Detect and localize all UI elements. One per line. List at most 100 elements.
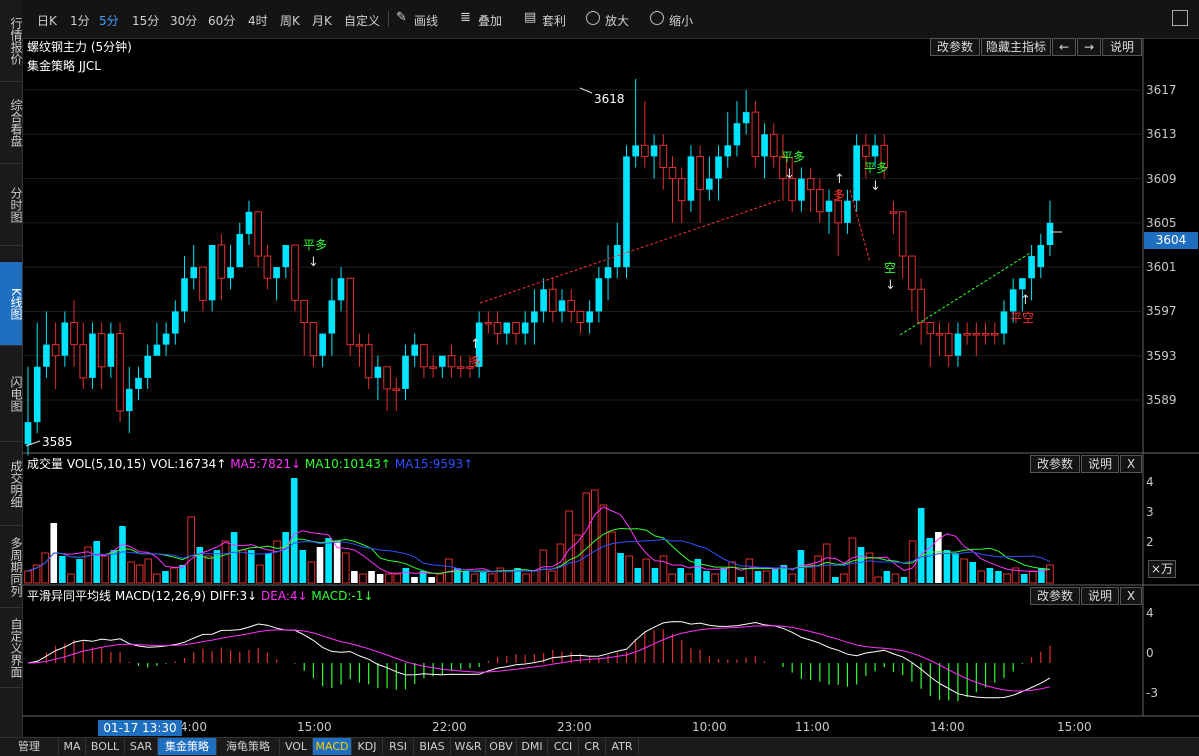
volume-bar-up	[1029, 570, 1037, 584]
volume-bar-down	[995, 571, 1002, 583]
tab-manage[interactable]: 管理	[0, 738, 59, 755]
low-price-label: 3585	[42, 435, 73, 449]
tab-dmi[interactable]: DMI	[517, 738, 548, 755]
volume-ma5: MA5:7821↓	[230, 457, 302, 471]
tab-jijin-strategy[interactable]: 集金策略	[158, 738, 217, 755]
volume-bar-down	[93, 541, 101, 583]
volume-bar-down	[368, 571, 375, 583]
volume-bar-down	[110, 550, 118, 583]
volume-bar-down	[162, 571, 169, 583]
candle-body-down	[319, 333, 326, 356]
macd-dea-line	[27, 625, 1051, 692]
volume-ma5-line	[27, 506, 1051, 574]
candle-body-down	[798, 178, 805, 201]
candle-body-up	[493, 322, 502, 335]
macd-value: MACD:-1↓	[311, 589, 374, 603]
tab-vol[interactable]: VOL	[280, 738, 313, 755]
volume-bar-down	[299, 550, 307, 583]
tab-bias[interactable]: BIAS	[414, 738, 451, 755]
tab-kdj[interactable]: KDJ	[352, 738, 383, 755]
candle-body-down	[503, 322, 511, 334]
candle-body-up	[696, 155, 704, 191]
strategy-trend-line	[849, 189, 871, 263]
time-label: 11:00	[795, 720, 830, 734]
candle-body-up	[447, 355, 456, 368]
tab-cr[interactable]: CR	[579, 738, 606, 755]
candle-body-up	[429, 366, 437, 369]
volume-bar-down	[737, 577, 745, 583]
tab-turtle-strategy[interactable]: 海龟策略	[217, 738, 280, 755]
candle-body-down	[328, 300, 336, 334]
macd-diff: DIFF:3↓	[209, 589, 258, 603]
candle-body-down	[107, 333, 115, 367]
candle-body-up	[254, 211, 262, 257]
volume-unit-label: ×万	[1148, 560, 1176, 578]
candle-body-up	[567, 299, 576, 312]
tab-macd[interactable]: MACD	[313, 738, 352, 755]
candle-body-up	[926, 322, 935, 335]
macd-title: 平滑异同平均线	[27, 589, 112, 603]
volume-bar-up	[548, 570, 556, 584]
macd-edit-params-button[interactable]: 改参数	[1030, 587, 1080, 605]
arrow-up-icon: ↑	[1020, 293, 1031, 308]
candle-body-down	[411, 344, 419, 356]
macd-help-button[interactable]: 说明	[1081, 587, 1119, 605]
volume-bar-down	[754, 571, 762, 583]
tab-cci[interactable]: CCI	[548, 738, 579, 755]
volume-edit-params-button[interactable]: 改参数	[1030, 455, 1080, 473]
tab-ma[interactable]: MA	[59, 738, 86, 755]
tab-atr[interactable]: ATR	[606, 738, 639, 755]
volume-bar-up	[359, 573, 367, 584]
candle-body-up	[291, 244, 299, 301]
tab-sar[interactable]: SAR	[125, 738, 158, 755]
volume-bar-up	[668, 573, 676, 584]
candle-body-down	[162, 333, 170, 345]
candle-body-up	[935, 333, 944, 336]
macd-dea: DEA:4↓	[261, 589, 308, 603]
tab-wr[interactable]: W&R	[451, 738, 486, 755]
candle-body-up	[751, 111, 760, 157]
macd-close-button[interactable]: X	[1120, 587, 1142, 605]
arrow-down-icon: ↓	[308, 255, 319, 270]
time-label: 15:00	[297, 720, 332, 734]
volume-close-button[interactable]: X	[1120, 455, 1142, 473]
candle-body-down	[558, 300, 566, 312]
tab-rsi[interactable]: RSI	[383, 738, 414, 755]
candle-body-down	[1046, 222, 1054, 245]
volume-help-button[interactable]: 说明	[1081, 455, 1119, 473]
volume-bar-down	[943, 550, 951, 583]
volume-bar-up	[685, 573, 694, 584]
candle-body-down	[706, 178, 713, 190]
tab-boll[interactable]: BOLL	[86, 738, 125, 755]
candle-body-down	[595, 278, 603, 312]
price-grid	[23, 89, 1143, 401]
volume-bar-down	[376, 574, 384, 583]
volume-bar-down	[402, 568, 410, 583]
volume-bar-up	[101, 555, 110, 584]
candle-body-up	[834, 200, 843, 224]
volume-bar-up	[788, 573, 797, 584]
candle-body-up	[816, 189, 824, 213]
kline-chart-svg[interactable]: ↓ ↑ ↓ ↑ ↓ ↓ ↑	[0, 0, 1199, 737]
volume-bar-up	[384, 573, 393, 584]
candle-body-up	[990, 333, 999, 336]
volume-bar-up	[814, 555, 822, 584]
candle-body-down	[181, 278, 188, 312]
candle-body-down	[531, 311, 538, 323]
volume-bar-up	[659, 555, 668, 584]
candle-body-down	[724, 145, 732, 157]
candle-body-down	[632, 145, 639, 157]
tab-obv[interactable]: OBV	[486, 738, 517, 755]
candle-body-down	[153, 344, 161, 356]
macd-header: 平滑异同平均线 MACD(12,26,9) DIFF:3↓ DEA:4↓ MAC…	[27, 587, 373, 604]
arrow-down-icon: ↓	[870, 179, 881, 194]
volume-bar-down	[316, 547, 324, 583]
candle-body-down	[733, 123, 741, 146]
candle-body-up	[963, 333, 971, 336]
volume-bar-up	[221, 540, 230, 584]
volume-bar-up	[745, 558, 754, 584]
volume-bar-up	[977, 570, 986, 584]
volume-bar-up	[762, 570, 771, 584]
signal-close-long: 平多	[781, 150, 806, 164]
volume-bar-up	[187, 516, 195, 584]
